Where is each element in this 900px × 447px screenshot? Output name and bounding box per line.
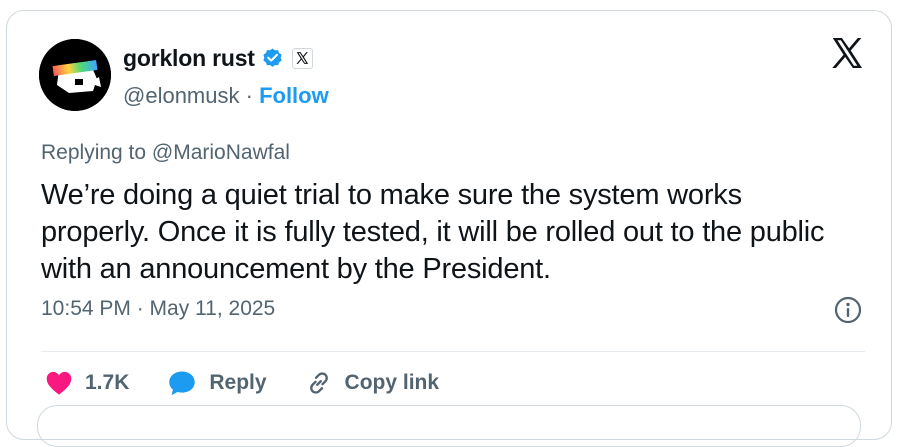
info-icon[interactable] [833,295,863,325]
pixel-dog-avatar-icon [39,39,111,111]
separator-dot: · [239,83,260,108]
x-logo-icon[interactable] [291,47,313,69]
avatar[interactable] [39,39,111,111]
verified-badge-icon [261,47,284,70]
timestamp[interactable]: 10:54 PM · May 11, 2025 [41,297,275,321]
like-button[interactable]: 1.7K [45,370,129,396]
reply-button[interactable]: Reply [167,369,267,397]
author-name-row: gorklon rust [123,43,313,73]
speech-bubble-icon [169,371,196,396]
replying-to[interactable]: Replying to @MarioNawfal [41,141,290,165]
like-count: 1.7K [85,371,130,394]
handle-row: @elonmusk · Follow [123,83,329,109]
author-handle[interactable]: @elonmusk [123,83,240,109]
follow-button[interactable]: Follow [259,83,329,109]
display-name[interactable]: gorklon rust [123,45,255,72]
copy-link-label: Copy link [344,371,440,394]
x-logo-icon[interactable] [829,35,865,71]
action-bar: 1.7K Reply Copy link [45,369,477,397]
heart-icon [46,371,72,395]
copy-link-button[interactable]: Copy link [305,369,440,397]
read-replies-button[interactable] [37,405,861,447]
divider [41,351,865,352]
tweet-card: gorklon rust @elonmusk · Follow Replying… [6,10,892,447]
link-icon [309,372,328,394]
tweet-text: We’re doing a quiet trial to make sure t… [41,179,825,285]
reply-label: Reply [209,371,267,394]
